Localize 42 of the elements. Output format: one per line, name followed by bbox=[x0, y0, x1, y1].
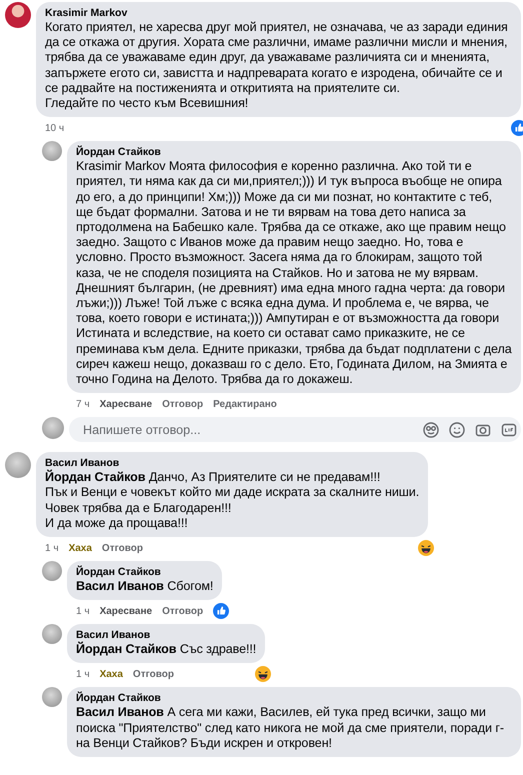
reaction-link[interactable]: Харесване bbox=[100, 398, 152, 410]
comment-text: Когато приятел, не харесва друг мой приятел, не означава, че аз заради единия да се откажа от другия. Хората сме различни, имаме различни мисли и мнения, трябва да се уважаваме един друг, да уважаваме различията си и мненията, запържете егото си, завистта и надпреварата когато е изродена, обичайте се и се радвайте на постиженията и откритията на приятелите си. Гледайте по често към Всевишния! bbox=[45, 20, 509, 112]
comment-time[interactable]: 1 ч bbox=[76, 668, 90, 680]
comment-author[interactable]: Йордан Стайков bbox=[76, 691, 512, 706]
edited-label: Редактирано bbox=[213, 398, 277, 410]
thumbs-up-icon bbox=[213, 603, 230, 620]
reply-link[interactable]: Отговор bbox=[132, 668, 174, 680]
comment-author[interactable]: Krasimir Markov bbox=[45, 6, 512, 20]
comment-text: Krasimir Markov Моята философия е коренно различна. Ако той ти е приятел, ти няма как да си ми,приятел;))) И тук въпроса въобще не опира до его, а до принципи! Хм;))) Може да си ми познат, но контактите с теб, ще бъдат формални. Затова и не ти вярвам на това дето написа за пртодолмена на Бабешко кале. Трябва да се откаже, ако ще правим нещо заедно. Защото с Иванов може да правим нещо заедно. Но, това е условно. Просто възможност. Засега няма да го блокирам, защото той каза, че не споделя позицията на Стайков. Но и затова не му вярвам. Днешният българин, (не древният) има една много гадна черта: да говори лъжи;))) Лъже! Той лъже с всяка една дума. И проблема е, че вярва, че това, което говори е истината;))) Ампутиран е от възможността да говори Истината и вследствие, на което си остават само приказките, не се преминава към дела. Едните приказки, трябва да бъдат подплатени с дела сиреч кажеш нещо, доказваш го с дело. Ето, Годината Дилом, на Змията е точно Година на Делото. Трябва да го докажеш. bbox=[76, 159, 512, 388]
reply-input[interactable]: Напишете отговор... bbox=[81, 422, 413, 438]
reply-field[interactable]: Напишете отговор... bbox=[69, 417, 521, 442]
laughing-face-icon bbox=[418, 539, 434, 558]
comment-author[interactable]: Васил Иванов bbox=[45, 456, 420, 470]
comment-time[interactable]: 1 ч bbox=[76, 606, 90, 617]
avatar[interactable] bbox=[42, 687, 62, 708]
comment-text: Васил Иванов Сбогом! bbox=[76, 579, 214, 594]
reaction-link[interactable]: Харесване bbox=[100, 606, 152, 617]
smiley-icon[interactable] bbox=[449, 422, 465, 438]
avatar[interactable] bbox=[5, 2, 31, 28]
avatar[interactable] bbox=[42, 561, 62, 582]
gif-icon[interactable] bbox=[501, 422, 517, 438]
comment-author[interactable]: Йордан Стайков bbox=[76, 145, 512, 160]
avatar[interactable] bbox=[42, 624, 62, 644]
avatar[interactable] bbox=[5, 452, 31, 478]
reaction-link[interactable]: Хаха bbox=[68, 542, 92, 554]
reply-link[interactable]: Отговор bbox=[162, 606, 204, 617]
comment-time[interactable]: 7 ч bbox=[76, 398, 90, 410]
comment-time[interactable]: 1 ч bbox=[45, 542, 59, 554]
comment-text: Васил Иванов А сега ми кажи, Василев, ей тука пред всички, защо ми поиска "Приятелство" след като никога не мой да сме приятели, поради г-на Венци Стайков? Бъди искрен и откровен! bbox=[76, 705, 505, 752]
comment-author[interactable]: Йордан Стайков bbox=[76, 565, 214, 580]
comment-time[interactable]: 10 ч bbox=[45, 122, 64, 134]
avatar[interactable] bbox=[42, 141, 62, 162]
reply-link[interactable]: Отговор bbox=[102, 542, 143, 554]
laughing-face-icon bbox=[255, 665, 272, 684]
comment-text: Йордан Стайков Данчо, Аз Приятелите си не предавам!!! Пък и Венци е човекът който ми даде искрата за скалните ниши. Човек трябва да е Благодарен!!! И да може да прощава!!! bbox=[45, 470, 420, 532]
comment-author[interactable]: Васил Иванов bbox=[76, 628, 256, 642]
avatar[interactable] bbox=[42, 417, 64, 440]
reaction-link[interactable]: Хаха bbox=[100, 668, 123, 680]
sticker-icon[interactable] bbox=[423, 422, 439, 438]
reply-link[interactable]: Отговор bbox=[162, 398, 204, 410]
comment-text: Йордан Стайков Със здраве!!! bbox=[76, 642, 256, 658]
thumbs-up-icon bbox=[511, 120, 523, 136]
